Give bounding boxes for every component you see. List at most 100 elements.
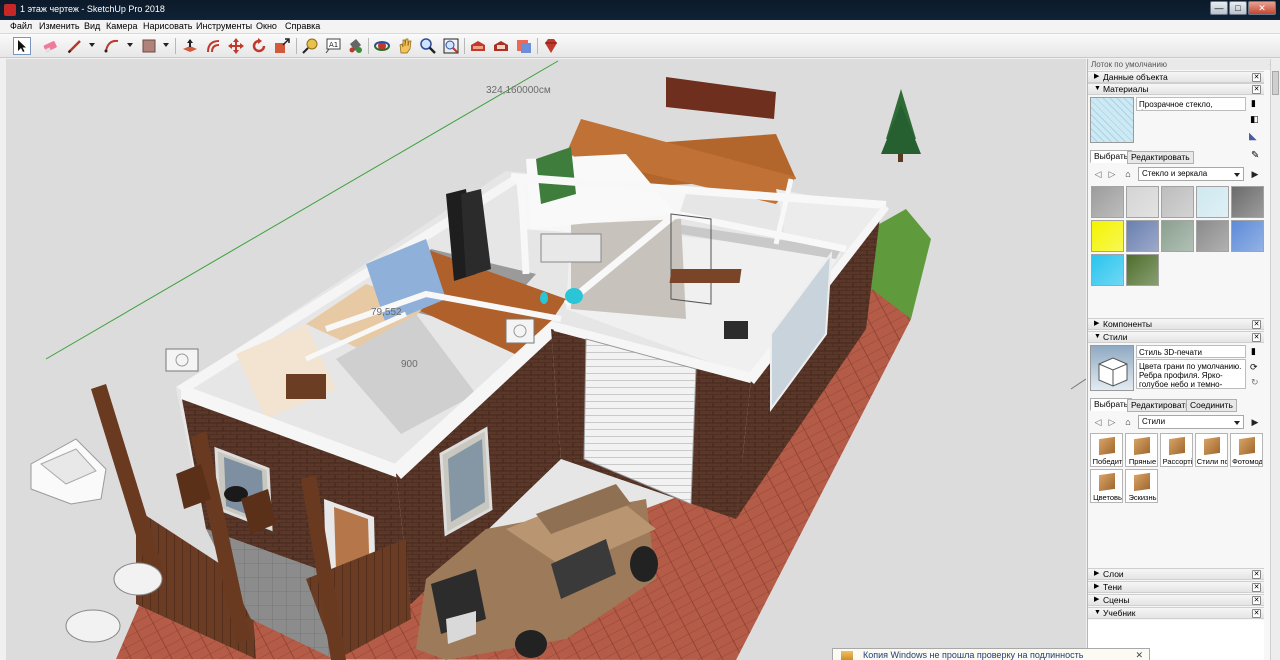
arc-dropdown-icon[interactable] [127, 43, 133, 47]
maximize-button[interactable]: □ [1229, 1, 1247, 15]
home-icon[interactable]: ⌂ [1122, 416, 1134, 428]
extension-warehouse-icon[interactable] [492, 37, 510, 55]
menu-file[interactable]: Файл [10, 21, 32, 31]
style-thumbnail[interactable]: Рассортi [1160, 433, 1193, 467]
tape-measure-icon[interactable] [301, 37, 319, 55]
rectangle-icon[interactable] [140, 37, 158, 55]
close-panel-icon[interactable]: ✕ [1252, 583, 1261, 592]
tab-material-edit[interactable]: Редактировать [1127, 151, 1194, 164]
select-icon[interactable] [13, 37, 31, 55]
style-name[interactable]: Стиль 3D-печати [1136, 345, 1246, 358]
style-thumbnail[interactable]: Фотомод [1230, 433, 1263, 467]
details-arrow-icon[interactable]: ▶ [1249, 168, 1261, 180]
material-swatch[interactable] [1196, 220, 1229, 252]
pan-icon[interactable] [396, 37, 414, 55]
rectangle-dropdown-icon[interactable] [163, 43, 169, 47]
panel-materials[interactable]: ▼ Материалы ✕ [1088, 83, 1264, 95]
tab-material-select[interactable]: Выбрать [1090, 150, 1133, 163]
tab-style-select[interactable]: Выбрать [1090, 398, 1133, 411]
forward-arrow-icon[interactable]: ▷ [1106, 416, 1118, 428]
close-panel-icon[interactable]: ✕ [1252, 570, 1261, 579]
panel-layers[interactable]: ▶ Слои ✕ [1088, 568, 1264, 580]
menu-window[interactable]: Окно [256, 21, 277, 31]
create-style-icon[interactable]: ▮ [1251, 346, 1256, 357]
push-pull-icon[interactable] [181, 37, 199, 55]
default-material-icon[interactable]: ◧ [1250, 114, 1259, 125]
menu-edit[interactable]: Изменить [39, 21, 80, 31]
arc-icon[interactable] [103, 37, 121, 55]
home-icon[interactable]: ⌂ [1122, 168, 1134, 180]
menu-view[interactable]: Вид [84, 21, 100, 31]
zoom-extents-icon[interactable] [442, 37, 460, 55]
menu-camera[interactable]: Камера [106, 21, 137, 31]
style-collection-select[interactable]: Стили [1138, 415, 1244, 429]
material-swatch[interactable] [1091, 254, 1124, 286]
eraser-icon[interactable] [41, 37, 59, 55]
material-swatch[interactable] [1091, 186, 1124, 218]
warehouse-icon[interactable] [469, 37, 487, 55]
tab-style-mix[interactable]: Соединить [1186, 399, 1237, 412]
tab-style-edit[interactable]: Редактировать [1127, 399, 1194, 412]
close-button[interactable]: ✕ [1248, 1, 1276, 15]
panel-components[interactable]: ▶ Компоненты ✕ [1088, 318, 1264, 330]
style-thumbnail[interactable]: Пряные [1125, 433, 1158, 467]
text-icon[interactable]: A1 [324, 37, 342, 55]
style-thumbnail[interactable]: Цветовь [1090, 469, 1123, 503]
close-panel-icon[interactable]: ✕ [1252, 333, 1261, 342]
rotate-icon[interactable] [250, 37, 268, 55]
forward-arrow-icon[interactable]: ▷ [1106, 168, 1118, 180]
menu-draw[interactable]: Нарисовать [143, 21, 192, 31]
orbit-icon[interactable] [373, 37, 391, 55]
details-arrow-icon[interactable]: ▶ [1249, 416, 1261, 428]
pencil-dropdown-icon[interactable] [89, 43, 95, 47]
eyedropper-icon[interactable]: ✎ [1251, 150, 1259, 161]
model-viewport[interactable]: 324,160000см 79,552 900 [6, 59, 1086, 660]
zoom-icon[interactable] [419, 37, 437, 55]
material-swatch[interactable] [1231, 186, 1264, 218]
panel-styles[interactable]: ▼ Стили ✕ [1088, 331, 1264, 343]
material-swatch[interactable] [1161, 186, 1194, 218]
material-swatch[interactable] [1091, 220, 1124, 252]
close-panel-icon[interactable]: ✕ [1252, 85, 1261, 94]
close-panel-icon[interactable]: ✕ [1252, 73, 1261, 82]
menu-help[interactable]: Справка [285, 21, 320, 31]
scrollbar-thumb[interactable] [1272, 71, 1279, 95]
paint-bucket-icon[interactable] [346, 37, 364, 55]
close-panel-icon[interactable]: ✕ [1252, 320, 1261, 329]
send-to-layout-icon[interactable] [515, 37, 533, 55]
material-swatch[interactable] [1231, 220, 1264, 252]
style-thumbnail[interactable]: Победит [1090, 433, 1123, 467]
material-swatch[interactable] [1126, 254, 1159, 286]
sample-paint-icon[interactable]: ◣ [1249, 131, 1257, 142]
style-description[interactable]: Цвета грани по умолчанию. Ребра профиля.… [1136, 359, 1246, 389]
tray-scrollbar[interactable] [1270, 59, 1280, 660]
close-panel-icon[interactable]: ✕ [1252, 596, 1261, 605]
back-arrow-icon[interactable]: ◁ [1092, 416, 1104, 428]
create-material-icon[interactable]: ▮ [1251, 98, 1256, 109]
style-thumbnail[interactable]: Эскизнь [1125, 469, 1158, 503]
panel-tutorial[interactable]: ▼ Учебник ✕ [1088, 607, 1264, 619]
material-swatch[interactable] [1126, 186, 1159, 218]
close-panel-icon[interactable]: ✕ [1252, 609, 1261, 618]
refresh-icon[interactable]: ↻ [1251, 377, 1259, 388]
ruby-icon[interactable] [542, 37, 560, 55]
panel-entity-info[interactable]: ▶ Данные объекта ✕ [1088, 71, 1264, 83]
back-arrow-icon[interactable]: ◁ [1092, 168, 1104, 180]
material-name[interactable]: Прозрачное стекло, безопасное [1136, 97, 1246, 111]
style-thumbnail[interactable]: Стили пс [1195, 433, 1228, 467]
panel-shadows[interactable]: ▶ Тени ✕ [1088, 581, 1264, 593]
material-collection-select[interactable]: Стекло и зеркала [1138, 167, 1244, 181]
menu-tools[interactable]: Инструменты [196, 21, 252, 31]
move-icon[interactable] [227, 37, 245, 55]
scale-icon[interactable] [273, 37, 291, 55]
close-notification-icon[interactable]: ✕ [1135, 649, 1143, 660]
offset-icon[interactable] [204, 37, 222, 55]
material-swatch[interactable] [1161, 220, 1194, 252]
windows-activation-notification[interactable]: Копия Windows не прошла проверку на подл… [832, 648, 1150, 660]
pencil-icon[interactable] [66, 37, 84, 55]
panel-scenes[interactable]: ▶ Сцены ✕ [1088, 594, 1264, 606]
minimize-button[interactable]: — [1210, 1, 1228, 15]
update-style-icon[interactable]: ⟳ [1250, 362, 1258, 373]
material-swatch[interactable] [1126, 220, 1159, 252]
material-swatch[interactable] [1196, 186, 1229, 218]
